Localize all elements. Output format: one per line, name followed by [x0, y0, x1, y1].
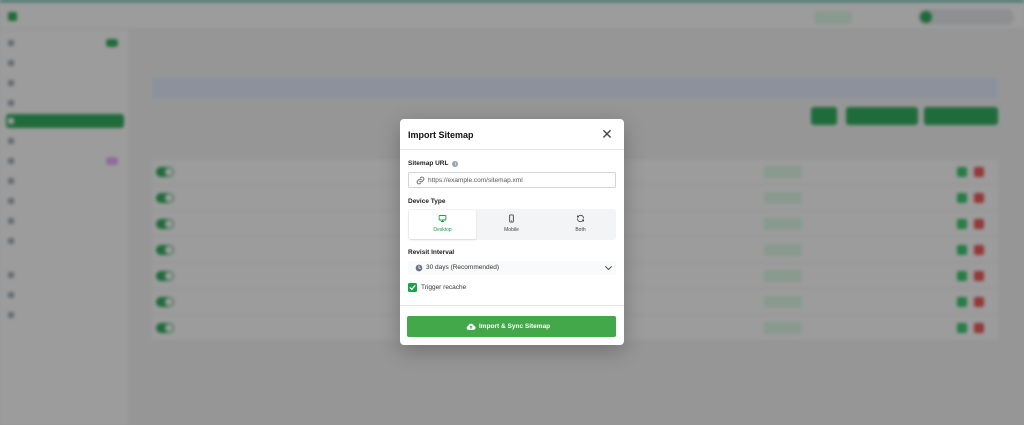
device-option-mobile[interactable]: Mobile [478, 210, 545, 239]
device-option-both[interactable]: Both [547, 210, 614, 239]
modal-header: Import Sitemap ✕ [400, 119, 624, 150]
close-x-icon: ✕ [601, 127, 613, 143]
device-option-desktop[interactable]: Desktop [409, 210, 476, 239]
modal-title: Import Sitemap [408, 130, 474, 140]
link-icon [416, 176, 425, 185]
device-type-label: Device Type [408, 198, 446, 205]
device-option-label: Both [575, 227, 586, 233]
import-sitemap-modal: Import Sitemap ✕ Sitemap URLi Device Typ… [400, 119, 624, 345]
import-sync-button[interactable]: Import & Sync Sitemap [407, 316, 616, 337]
sitemap-url-input[interactable] [428, 174, 612, 186]
checkmark-icon [409, 285, 416, 291]
device-type-selector: Desktop Mobile Both [408, 209, 616, 240]
modal-divider [400, 305, 624, 306]
desktop-icon [438, 215, 447, 222]
sitemap-url-field[interactable] [408, 172, 616, 188]
device-option-label: Desktop [433, 227, 452, 233]
close-button[interactable]: ✕ [600, 128, 614, 142]
clock-icon [415, 264, 423, 272]
import-sync-label: Import & Sync Sitemap [479, 323, 551, 330]
trigger-recache-label: Trigger recache [421, 284, 467, 291]
revisit-interval-value: 30 days (Recommended) [426, 264, 499, 271]
refresh-icon [577, 214, 584, 223]
sitemap-url-label: Sitemap URL i [408, 160, 459, 167]
revisit-interval-select[interactable]: 30 days (Recommended) [408, 261, 616, 275]
revisit-interval-label: Revisit Interval [408, 249, 455, 256]
chevron-down-icon [605, 266, 612, 271]
info-icon[interactable]: i [452, 161, 459, 167]
cloud-upload-icon [466, 323, 476, 330]
mobile-icon [509, 214, 514, 223]
device-option-label: Mobile [504, 227, 519, 233]
trigger-recache-checkbox[interactable] [408, 283, 417, 292]
